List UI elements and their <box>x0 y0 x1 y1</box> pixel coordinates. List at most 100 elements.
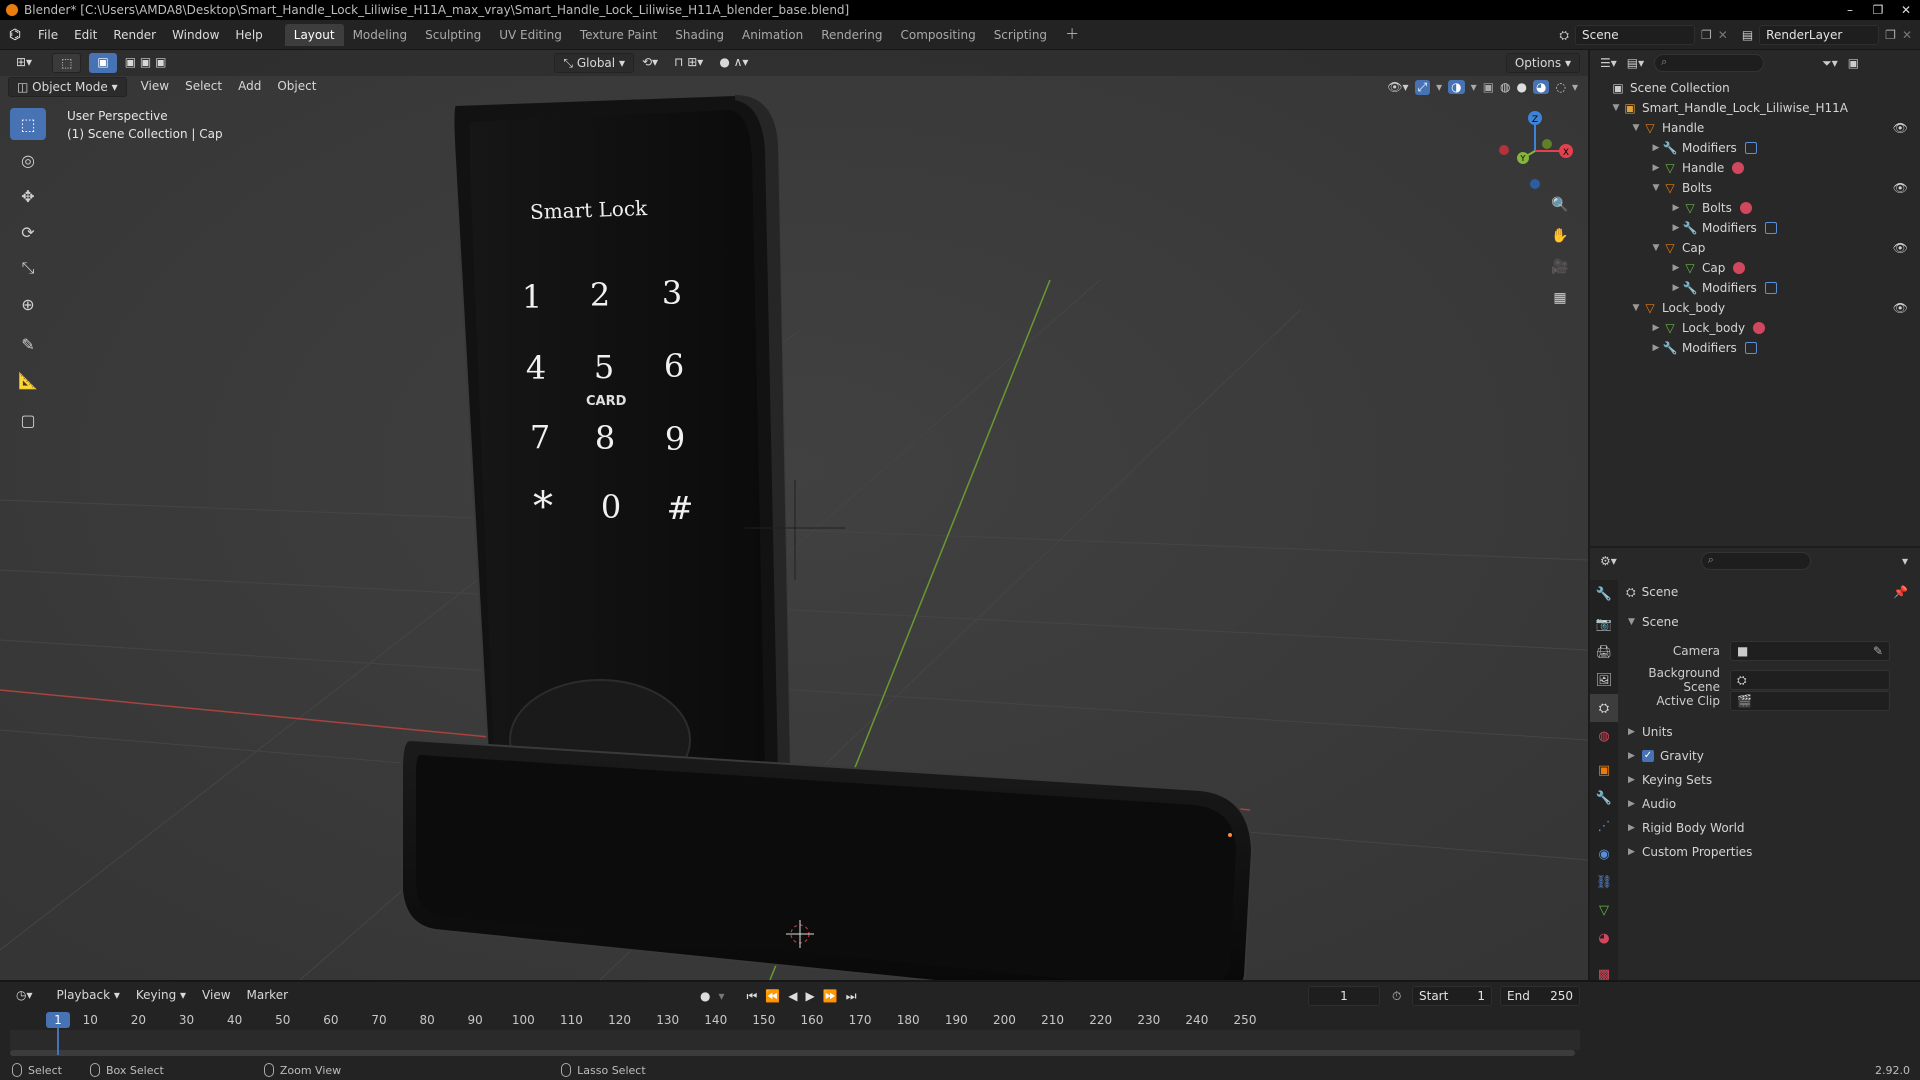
constraints-tab-icon[interactable]: ⛓ <box>1590 868 1618 896</box>
tab-scripting[interactable]: Scripting <box>985 24 1056 46</box>
minimize-button[interactable]: – <box>1836 0 1864 20</box>
timeline-scrollbar[interactable] <box>10 1050 1575 1056</box>
modifier-stack-icon[interactable] <box>1744 142 1757 154</box>
tab-modeling[interactable]: Modeling <box>344 24 417 46</box>
pan-hand-icon[interactable]: ✋ <box>1547 223 1573 249</box>
marker-menu[interactable]: Marker <box>239 986 296 1006</box>
editor-type-icon[interactable]: ⊞▾ <box>8 53 40 73</box>
preview-range-icon[interactable]: ⏱ <box>1392 989 1401 1004</box>
3d-viewport[interactable]: Smart Lock 1 2 3 4 5 6 CARD 7 8 9 * 0 # … <box>0 50 1588 980</box>
playhead-marker[interactable]: 1 <box>46 1012 70 1028</box>
outliner-item[interactable]: ▼ ▽ Lock_body 👁 <box>1590 298 1920 318</box>
current-frame-field[interactable]: 1 <box>1308 986 1380 1006</box>
new-layer-icon[interactable]: ❐ <box>1885 28 1896 42</box>
menu-render[interactable]: Render <box>105 20 164 50</box>
tab-texture-paint[interactable]: Texture Paint <box>571 24 666 46</box>
scene-icon[interactable]: ⛭ <box>1559 28 1569 43</box>
close-button[interactable]: ✕ <box>1892 0 1920 20</box>
display-mode-icon[interactable]: ▤▾ <box>1627 56 1644 70</box>
delete-layer-icon[interactable]: ✕ <box>1902 28 1912 42</box>
add-workspace-icon[interactable]: ＋ <box>1056 24 1088 46</box>
timeline-track-area[interactable] <box>10 1030 1580 1050</box>
material-tab-icon[interactable]: ◕ <box>1590 924 1618 952</box>
outliner-scene-collection[interactable]: ▣ Scene Collection <box>1590 78 1920 98</box>
render-layer-field[interactable]: RenderLayer <box>1759 25 1880 45</box>
keying-sets-section[interactable]: ▶ Keying Sets <box>1628 768 1918 792</box>
material-icon[interactable] <box>1733 262 1746 274</box>
transform-orientation-dropdown[interactable]: ⤡ Global ▾ <box>554 53 634 73</box>
material-icon[interactable] <box>1739 202 1752 214</box>
collapse-arrow-icon[interactable]: ▼ <box>1650 243 1662 253</box>
wireframe-shading-icon[interactable]: ◍ <box>1500 80 1510 94</box>
expand-arrow-icon[interactable]: ▶ <box>1650 343 1662 353</box>
cursor-tool-icon[interactable]: ◎ <box>10 144 46 176</box>
move-tool-icon[interactable]: ✥ <box>10 180 46 212</box>
xray-icon[interactable]: ▣ <box>1483 80 1494 94</box>
modifier-stack-icon[interactable] <box>1764 222 1777 234</box>
material-shading-icon[interactable]: ◕ <box>1533 80 1550 94</box>
new-collection-icon[interactable]: ▣ <box>1848 56 1859 70</box>
menu-select[interactable]: Select <box>177 77 230 97</box>
properties-options-icon[interactable]: ▾ <box>1902 554 1908 568</box>
start-frame-field[interactable]: Start 1 <box>1412 986 1492 1006</box>
select-mode-icon[interactable]: ⬚ <box>52 53 82 73</box>
active-clip-field[interactable]: 🎬 <box>1730 691 1890 711</box>
menu-help[interactable]: Help <box>227 20 270 50</box>
expand-arrow-icon[interactable]: ▶ <box>1650 143 1662 153</box>
expand-arrow-icon[interactable]: ▶ <box>1670 263 1682 273</box>
outliner-item[interactable]: ▶ ▽ Cap <box>1590 258 1920 278</box>
units-section[interactable]: ▶ Units <box>1628 720 1918 744</box>
visibility-eye-icon[interactable]: 👁 <box>1893 301 1908 315</box>
expand-arrow-icon[interactable]: ▶ <box>1670 203 1682 213</box>
physics-tab-icon[interactable]: ◉ <box>1590 840 1618 868</box>
rendered-shading-icon[interactable]: ◌ <box>1555 80 1565 94</box>
outliner-item[interactable]: ▶ ▽ Lock_body <box>1590 318 1920 338</box>
solid-shading-icon[interactable]: ● <box>1517 80 1527 94</box>
zoom-icon[interactable]: 🔍 <box>1547 192 1573 218</box>
tab-animation[interactable]: Animation <box>733 24 812 46</box>
pin-icon[interactable]: 📌 <box>1893 585 1908 599</box>
blender-menu-icon[interactable]: ⌬ <box>0 27 30 43</box>
outliner-search-input[interactable]: ⌕ <box>1654 54 1765 72</box>
outliner-item[interactable]: ▶ 🔧 Modifiers <box>1590 278 1920 298</box>
options-dropdown[interactable]: Options ▾ <box>1505 53 1580 73</box>
outliner-item[interactable]: ▼ ▽ Bolts 👁 <box>1590 178 1920 198</box>
tab-compositing[interactable]: Compositing <box>891 24 984 46</box>
expand-arrow-icon[interactable]: ▶ <box>1650 323 1662 333</box>
collapse-arrow-icon[interactable]: ▼ <box>1650 183 1662 193</box>
material-icon[interactable] <box>1732 162 1745 174</box>
maximize-button[interactable]: ❐ <box>1864 0 1892 20</box>
playback-menu[interactable]: Playback ▾ <box>49 986 128 1006</box>
tab-sculpting[interactable]: Sculpting <box>416 24 490 46</box>
shading-options-icon[interactable]: ▾ <box>1572 80 1578 94</box>
rotate-tool-icon[interactable]: ⟳ <box>10 216 46 248</box>
measure-tool-icon[interactable]: 📐 <box>10 364 46 396</box>
outliner-editor-icon[interactable]: ☰▾ <box>1600 56 1617 70</box>
tab-uv-editing[interactable]: UV Editing <box>490 24 571 46</box>
tab-shading[interactable]: Shading <box>666 24 733 46</box>
outliner-item[interactable]: ▶ 🔧 Modifiers <box>1590 218 1920 238</box>
output-tab-icon[interactable]: 🖨 <box>1590 638 1618 666</box>
properties-search-input[interactable]: ⌕ <box>1700 552 1811 570</box>
custom-properties-section[interactable]: ▶ Custom Properties <box>1628 840 1918 864</box>
delete-scene-icon[interactable]: ✕ <box>1718 28 1728 42</box>
visibility-eye-icon[interactable]: 👁 <box>1893 241 1908 255</box>
timeline-view-menu[interactable]: View <box>194 986 238 1006</box>
tab-layout[interactable]: Layout <box>284 23 344 46</box>
menu-window[interactable]: Window <box>164 20 227 50</box>
outliner-item[interactable]: ▶ ▽ Handle <box>1590 158 1920 178</box>
select-box-tool-icon[interactable]: ⬚ <box>10 108 46 140</box>
add-cube-tool-icon[interactable]: ▢ <box>10 404 46 436</box>
tool-tab-icon[interactable]: 🔧 <box>1590 580 1618 608</box>
tab-rendering[interactable]: Rendering <box>812 24 891 46</box>
expand-arrow-icon[interactable]: ▶ <box>1670 223 1682 233</box>
ortho-grid-icon[interactable]: ▦ <box>1547 285 1573 311</box>
outliner-item[interactable]: ▼ ▣ Smart_Handle_Lock_Liliwise_H11A <box>1590 98 1920 118</box>
timeline-editor-icon[interactable]: ◷▾ <box>8 986 41 1006</box>
camera-field[interactable]: ■ ✎ <box>1730 641 1890 661</box>
keying-menu[interactable]: Keying ▾ <box>128 986 194 1006</box>
object-mode-dropdown[interactable]: ◫ Object Mode ▾ <box>8 77 127 97</box>
data-tab-icon[interactable]: ▽ <box>1590 896 1618 924</box>
next-keyframe-icon[interactable]: ⏩ <box>823 989 838 1003</box>
expand-arrow-icon[interactable]: ▶ <box>1650 163 1662 173</box>
